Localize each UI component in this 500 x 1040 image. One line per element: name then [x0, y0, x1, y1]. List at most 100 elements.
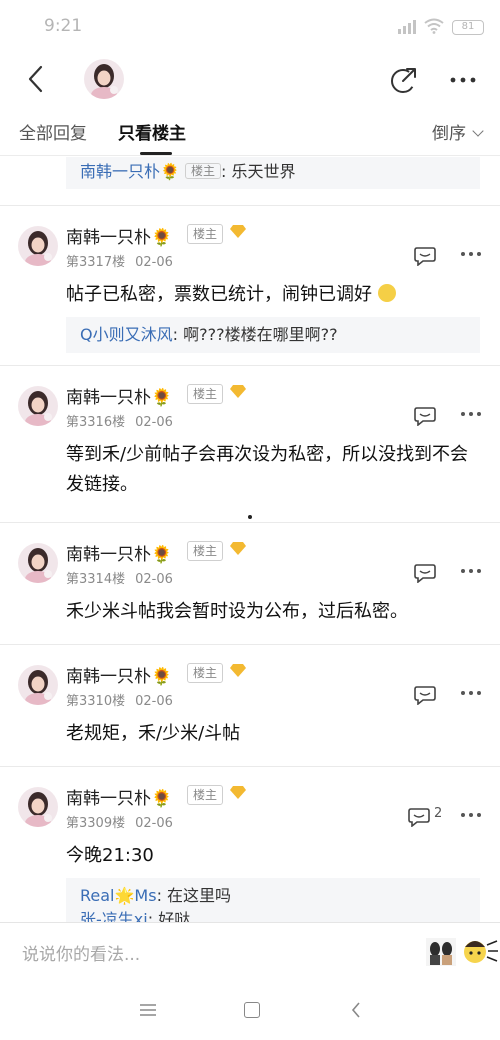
- floor-number: 第3309楼: [66, 816, 126, 831]
- op-badge: 楼主: [185, 163, 222, 179]
- floor-number: 第3310楼: [66, 694, 126, 709]
- more-options-icon[interactable]: [460, 411, 482, 417]
- more-options-icon[interactable]: [460, 690, 482, 696]
- post-body: 等到禾/少前帖子会再次设为私密，所以没找到不会发链接。: [66, 444, 469, 495]
- active-tab-indicator: [140, 152, 172, 155]
- level-icon: [230, 225, 246, 238]
- quote-separator: :: [172, 325, 178, 344]
- op-badge: 楼主: [187, 541, 224, 561]
- reply-post[interactable]: 南韩一只朴🌻 楼主 第3316楼 02-06 等到禾/少前帖子会再次设为私密，所以…: [0, 366, 500, 523]
- username[interactable]: 南韩一只朴🌻: [66, 662, 172, 687]
- quote-line: 张-凉生xi: 好哒: [80, 908, 466, 922]
- sunflower-icon: 🌻: [151, 789, 173, 809]
- post-body: 今晚21:30: [66, 845, 154, 866]
- username[interactable]: 南韩一只朴🌻: [66, 784, 172, 809]
- system-back-icon[interactable]: [350, 1002, 362, 1018]
- post-body: 禾少米斗帖我会暂时设为公布，过后私密。: [66, 601, 408, 622]
- sort-label: 倒序: [432, 124, 466, 144]
- signal-icon: [398, 20, 418, 34]
- quote-author[interactable]: 张-凉生xi: [80, 910, 148, 922]
- quote-author[interactable]: 南韩一只朴: [80, 162, 160, 181]
- post-meta: 第3309楼 02-06: [66, 812, 173, 831]
- post-date: 02-06: [135, 255, 173, 270]
- reply-icon[interactable]: [414, 406, 436, 426]
- sort-order-button[interactable]: 倒序: [432, 119, 484, 144]
- op-avatar[interactable]: [84, 59, 124, 99]
- sunflower-icon: 🌻: [151, 667, 173, 687]
- avatar[interactable]: [18, 787, 58, 827]
- avatar[interactable]: [18, 665, 58, 705]
- emoji-sticker-icon[interactable]: [462, 937, 498, 967]
- post-date: 02-06: [135, 816, 173, 831]
- quote-box[interactable]: 南韩一只朴🌻 楼主: 乐天世界: [66, 157, 480, 189]
- op-badge: 楼主: [187, 785, 224, 805]
- quote-separator: :: [156, 886, 162, 905]
- reply-post[interactable]: 南韩一只朴🌻 楼主 第3317楼 02-06 帖子已私密，票数已统计，闹钟已调好 …: [0, 206, 500, 366]
- sunflower-icon: 🌻: [151, 545, 173, 565]
- floor-number: 第3316楼: [66, 415, 126, 430]
- scroll-dot: [248, 515, 252, 519]
- reply-post[interactable]: 南韩一只朴🌻 楼主 第3309楼 02-06 2 今晚21:30 Real🌟Ms:…: [0, 767, 500, 922]
- quote-separator: :: [221, 162, 227, 181]
- home-icon[interactable]: [244, 1002, 260, 1018]
- post-meta: 第3310楼 02-06: [66, 690, 173, 709]
- quote-line: Real🌟Ms: 在这里吗: [80, 884, 466, 908]
- post-date: 02-06: [135, 694, 173, 709]
- username[interactable]: 南韩一只朴🌻: [66, 540, 172, 565]
- reply-list[interactable]: 南韩一只朴🌻 楼主: 乐天世界 南韩一只朴🌻 楼主 第3317楼 02-06 帖子…: [0, 157, 500, 922]
- quote-separator: :: [147, 910, 154, 922]
- avatar[interactable]: [18, 226, 58, 266]
- more-options-icon[interactable]: [460, 812, 482, 818]
- reply-filter-tabs: 全部回复 只看楼主 倒序: [0, 108, 500, 156]
- level-icon: [230, 786, 246, 799]
- post-meta: 第3314楼 02-06: [66, 568, 173, 587]
- more-options-icon[interactable]: [460, 251, 482, 257]
- username[interactable]: 南韩一只朴🌻: [66, 223, 172, 248]
- sunflower-icon: 🌻: [151, 388, 173, 408]
- reply-icon[interactable]: [408, 807, 430, 827]
- reply-post[interactable]: 南韩一只朴🌻 楼主 第3310楼 02-06 老规矩，禾/少米/斗帖: [0, 645, 500, 767]
- battery-indicator: 81: [452, 20, 484, 35]
- avatar[interactable]: [18, 386, 58, 426]
- sunflower-icon: 🌻: [160, 162, 180, 181]
- quoted-reply-partial: 南韩一只朴🌻 楼主: 乐天世界: [0, 157, 500, 206]
- more-icon[interactable]: [448, 66, 478, 94]
- quote-box[interactable]: Q小则又沐风: 啊???楼楼在哪里啊??: [66, 317, 480, 353]
- reply-post[interactable]: 南韩一只朴🌻 楼主 第3314楼 02-06 禾少米斗帖我会暂时设为公布，过后私密…: [0, 523, 500, 645]
- smile-emoji-icon: [377, 284, 396, 302]
- reply-count: 2: [434, 806, 443, 821]
- system-nav-bar: [0, 980, 500, 1040]
- avatar[interactable]: [18, 543, 58, 583]
- level-icon: [230, 542, 246, 555]
- level-icon: [230, 664, 246, 677]
- op-badge: 楼主: [187, 224, 224, 244]
- top-nav: [0, 52, 500, 108]
- quote-text: 好哒: [158, 910, 191, 922]
- post-date: 02-06: [135, 572, 173, 587]
- reply-icon[interactable]: [414, 563, 436, 583]
- op-badge: 楼主: [187, 663, 224, 683]
- quote-text: 乐天世界: [231, 162, 296, 181]
- sticker-icon[interactable]: [425, 937, 457, 967]
- op-badge: 楼主: [187, 384, 224, 404]
- quote-author[interactable]: Real🌟Ms: [80, 886, 157, 905]
- tab-all-replies[interactable]: 全部回复: [19, 119, 87, 144]
- quoted-replies: Q小则又沐风: 啊???楼楼在哪里啊??: [0, 317, 500, 353]
- post-body: 老规矩，禾/少米/斗帖: [66, 723, 241, 744]
- post-meta: 第3316楼 02-06: [66, 411, 173, 430]
- status-bar: 9:21 81: [0, 0, 500, 52]
- reply-icon[interactable]: [414, 246, 436, 266]
- post-meta: 第3317楼 02-06: [66, 251, 173, 270]
- comment-bar: 说说你的看法...: [0, 922, 500, 980]
- reply-icon[interactable]: [414, 685, 436, 705]
- share-icon[interactable]: [390, 66, 418, 94]
- comment-input[interactable]: 说说你的看法...: [22, 940, 140, 965]
- quote-author[interactable]: Q小则又沐风: [80, 325, 173, 344]
- more-options-icon[interactable]: [460, 568, 482, 574]
- recent-apps-icon[interactable]: [140, 1004, 156, 1016]
- tab-op-only[interactable]: 只看楼主: [118, 119, 186, 144]
- quote-text: 在这里吗: [167, 886, 232, 905]
- back-arrow-icon[interactable]: [24, 64, 48, 94]
- username[interactable]: 南韩一只朴🌻: [66, 383, 172, 408]
- quote-box[interactable]: Real🌟Ms: 在这里吗 张-凉生xi: 好哒: [66, 878, 480, 922]
